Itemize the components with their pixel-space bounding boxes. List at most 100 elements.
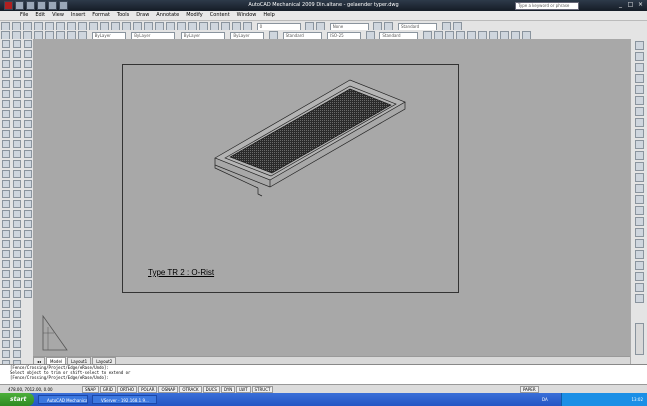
minimize-icon[interactable]: _ [617,1,624,8]
massprop-icon[interactable] [13,290,21,298]
snap-intersection-icon[interactable] [24,60,32,68]
revcloud-icon[interactable] [2,110,10,118]
menu-file[interactable]: File [20,12,28,18]
hide-icon[interactable] [635,184,644,193]
maximize-icon[interactable]: □ [627,1,634,8]
interfere-icon[interactable] [635,294,644,303]
dim-diameter-icon[interactable] [24,250,32,258]
gradient-icon[interactable] [2,190,10,198]
command-prompt-line[interactable]: [Fence/Crossing/Project/Edge/eRase/Undo]… [0,375,647,380]
chamfer-mech-icon[interactable] [2,260,10,268]
explode-icon[interactable] [13,200,21,208]
align-icon[interactable] [13,220,21,228]
array-icon[interactable] [13,80,21,88]
dim-arc-icon[interactable] [24,210,32,218]
dist-icon[interactable] [13,250,21,258]
otrack-toggle[interactable]: OTRACK [179,386,202,393]
coordinates-readout[interactable]: 478.00, 7012.00, 0.00 [8,387,53,392]
lwt-toggle[interactable]: LWT [236,386,251,393]
scale-icon[interactable] [13,110,21,118]
dim-aligned-icon[interactable] [24,200,32,208]
chamfer-icon[interactable] [13,180,21,188]
snap-quadrant-icon[interactable] [24,100,32,108]
paper-label[interactable]: PAPER [520,386,539,393]
shade-icon[interactable] [635,173,644,182]
snap-node-icon[interactable] [24,150,32,158]
parts-list-icon[interactable] [2,290,10,298]
search-input[interactable]: Type a keyword or phrase [515,2,579,10]
snap-endpoint-icon[interactable] [24,40,32,48]
spline-icon[interactable] [2,120,10,128]
insert-block-icon[interactable] [2,150,10,158]
union-icon[interactable] [635,250,644,259]
polyline-icon[interactable] [2,60,10,68]
arc-icon[interactable] [2,90,10,98]
snap-midpoint-icon[interactable] [24,50,32,58]
id-point-icon[interactable] [13,280,21,288]
circle-icon[interactable] [2,100,10,108]
divide-icon[interactable] [13,230,21,238]
snap-toggle[interactable]: SNAP [82,386,99,393]
grid-toggle[interactable]: GRID [99,386,116,393]
revolve-icon[interactable] [635,217,644,226]
washer-icon[interactable] [2,350,10,358]
view-top-icon[interactable] [635,96,644,105]
dim-radius-icon[interactable] [24,230,32,238]
menu-window[interactable]: Window [237,12,257,18]
add-selected-icon[interactable] [2,230,10,238]
list-icon[interactable] [13,270,21,278]
start-button[interactable]: start [0,393,34,406]
snap-parallel-icon[interactable] [24,130,32,138]
paper-model-toggle[interactable]: PAPER [520,386,540,393]
dim-linear-icon[interactable] [24,190,32,198]
snap-tangent-icon[interactable] [24,110,32,118]
view-left-icon[interactable] [635,118,644,127]
menu-draw[interactable]: Draw [136,12,149,18]
ellipse-arc-icon[interactable] [2,140,10,148]
view-back-icon[interactable] [635,151,644,160]
point-icon[interactable] [2,170,10,178]
sweep-icon[interactable] [635,228,644,237]
close-icon[interactable]: × [637,1,644,8]
task-vserver[interactable]: VServer - 192.168.1.9... [92,395,157,404]
scroll-thumb-icon[interactable] [635,323,644,355]
subtract-icon[interactable] [635,261,644,270]
ellipse-icon[interactable] [2,130,10,138]
menu-insert[interactable]: Insert [71,12,85,18]
loft-icon[interactable] [635,239,644,248]
lengthen-icon[interactable] [13,210,21,218]
table-draw-icon[interactable] [2,210,10,218]
layer-walk-icon[interactable] [13,350,21,358]
construction-line-icon[interactable] [2,50,10,58]
menu-annotate[interactable]: Annotate [156,12,179,18]
copy-obj-icon[interactable] [13,50,21,58]
view-right-icon[interactable] [635,129,644,138]
menu-format[interactable]: Format [92,12,110,18]
language-indicator[interactable]: DA [542,397,548,402]
section-icon[interactable] [635,85,644,94]
intersect-icon[interactable] [635,272,644,281]
hatch-icon[interactable] [2,180,10,188]
task-autocad[interactable]: AutoCAD Mechanical ... [38,395,88,404]
rotate-icon[interactable] [13,100,21,108]
hole-icon[interactable] [2,320,10,328]
polygon-icon[interactable] [2,70,10,78]
centerline-icon[interactable] [2,240,10,248]
view-bottom-icon[interactable] [635,162,644,171]
wireframe-icon[interactable] [635,195,644,204]
camera-icon[interactable] [635,74,644,83]
fillet-icon[interactable] [13,190,21,198]
regen-icon[interactable] [13,310,21,318]
view-front-icon[interactable] [635,107,644,116]
mirror-icon[interactable] [13,60,21,68]
erase-icon[interactable] [13,40,21,48]
extend-icon[interactable] [13,140,21,148]
snap-nearest-icon[interactable] [24,160,32,168]
snap-extension-icon[interactable] [24,80,32,88]
menu-help[interactable]: Help [263,12,274,18]
command-line[interactable]: [Fence/Crossing/Project/Edge/eRase/Undo]… [0,364,647,385]
view-icon[interactable] [13,330,21,338]
ucs-icon[interactable] [13,320,21,328]
region-icon[interactable] [2,200,10,208]
dim-angular-icon[interactable] [24,260,32,268]
